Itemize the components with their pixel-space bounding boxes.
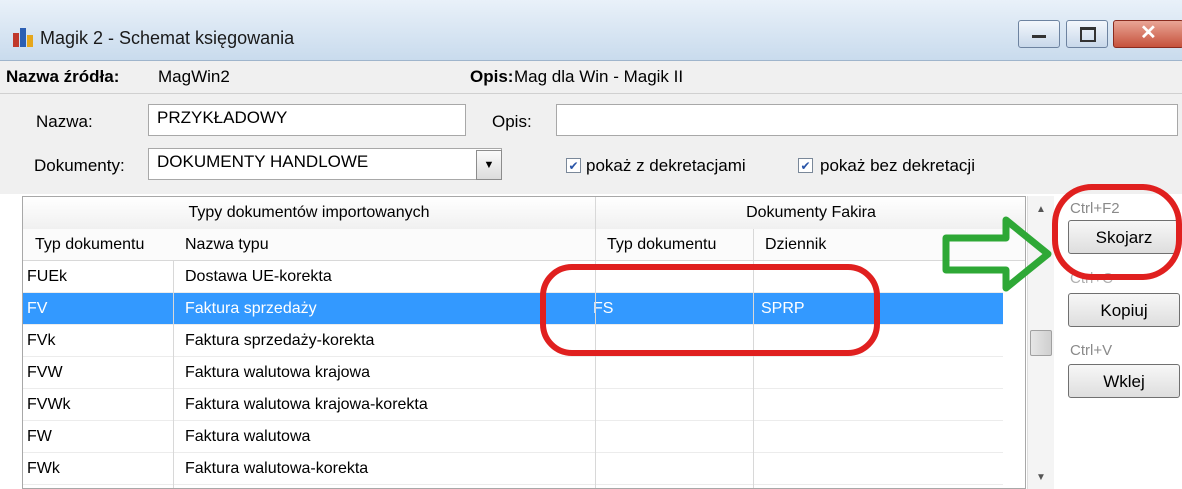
cell-typ: FV	[27, 300, 48, 317]
show-without-decree-checkbox[interactable]: ✔	[798, 158, 813, 173]
cell-typ: FVk	[27, 332, 56, 349]
show-with-decree-label: pokaż z dekretacjami	[586, 156, 746, 175]
show-without-decree-label: pokaż bez dekretacji	[820, 156, 975, 175]
source-desc-label: Opis:	[470, 67, 514, 86]
dokumenty-label: Dokumenty:	[34, 156, 125, 175]
column-header-typ[interactable]: Typ dokumentu	[23, 229, 173, 261]
form-area: Nazwa: PRZYKŁADOWY Opis: Dokumenty: DOKU…	[0, 94, 1182, 194]
opis-label: Opis:	[492, 112, 532, 131]
cell-nazwa: Faktura walutowa krajowa	[185, 364, 370, 381]
document-types-grid[interactable]: Typy dokumentów importowanych Dokumenty …	[22, 196, 1026, 489]
checkmark-icon: ✔	[800, 158, 811, 173]
column-header-nazwa[interactable]: Nazwa typu	[173, 229, 595, 261]
table-row[interactable]: FVWk Faktura walutowa krajowa-korekta	[23, 389, 1003, 421]
red-highlight-oval	[540, 264, 880, 356]
cell-nazwa: Faktura sprzedaży	[185, 300, 317, 317]
nazwa-label: Nazwa:	[36, 112, 93, 131]
cell-nazwa: Dostawa UE-korekta	[185, 268, 332, 285]
scroll-down-icon[interactable]: ▼	[1036, 472, 1046, 483]
nazwa-input[interactable]: PRZYKŁADOWY	[148, 104, 466, 136]
cell-typ: FWk	[27, 460, 60, 477]
cell-typ: FUEk	[27, 268, 67, 285]
cell-nazwa: Faktura walutowa	[185, 428, 311, 445]
dokumenty-select-value: DOKUMENTY HANDLOWE	[157, 152, 369, 171]
minimize-button[interactable]	[1018, 20, 1060, 48]
cell-typ: FW	[27, 428, 52, 445]
title-bar: Magik 2 - Schemat księgowania ✕	[0, 0, 1182, 61]
cell-nazwa: Faktura walutowa-korekta	[185, 460, 369, 477]
wklej-shortcut: Ctrl+V	[1070, 342, 1113, 359]
table-row[interactable]: FWk Faktura walutowa-korekta	[23, 453, 1003, 485]
minimize-icon	[1032, 35, 1046, 38]
table-row[interactable]: FVW Faktura walutowa krajowa	[23, 357, 1003, 389]
wklej-button[interactable]: Wklej	[1068, 364, 1180, 398]
dokumenty-select[interactable]: DOKUMENTY HANDLOWE	[148, 148, 502, 180]
red-highlight-oval	[1052, 184, 1182, 280]
source-desc-value: Mag dla Win - Magik II	[514, 67, 684, 86]
dropdown-button[interactable]: ▼	[476, 150, 502, 180]
green-arrow-icon	[942, 216, 1052, 292]
chevron-down-icon: ▼	[483, 159, 495, 171]
app-icon	[13, 28, 33, 47]
source-name-label: Nazwa źródła:	[6, 67, 120, 86]
close-button[interactable]: ✕	[1113, 20, 1182, 48]
maximize-icon	[1080, 27, 1096, 42]
cell-typ: FVWk	[27, 396, 71, 413]
window-title: Magik 2 - Schemat księgowania	[40, 28, 295, 48]
cell-nazwa: Faktura walutowa krajowa-korekta	[185, 396, 428, 413]
maximize-button[interactable]	[1066, 20, 1108, 48]
source-name-value: MagWin2	[158, 67, 230, 86]
table-row[interactable]: FW Faktura walutowa	[23, 421, 1003, 453]
cell-nazwa: Faktura sprzedaży-korekta	[185, 332, 375, 349]
column-header-fakir-typ[interactable]: Typ dokumentu	[595, 229, 753, 261]
show-with-decree-checkbox[interactable]: ✔	[566, 158, 581, 173]
column-divider	[173, 261, 174, 488]
source-info-bar: Nazwa źródła: MagWin2 Opis: Mag dla Win …	[0, 61, 1182, 94]
kopiuj-button[interactable]: Kopiuj	[1068, 293, 1180, 327]
scroll-thumb[interactable]	[1030, 330, 1052, 356]
checkmark-icon: ✔	[568, 158, 579, 173]
opis-input[interactable]	[556, 104, 1178, 136]
close-icon: ✕	[1140, 22, 1157, 44]
cell-typ: FVW	[27, 364, 63, 381]
group-header-imported: Typy dokumentów importowanych	[23, 197, 595, 230]
